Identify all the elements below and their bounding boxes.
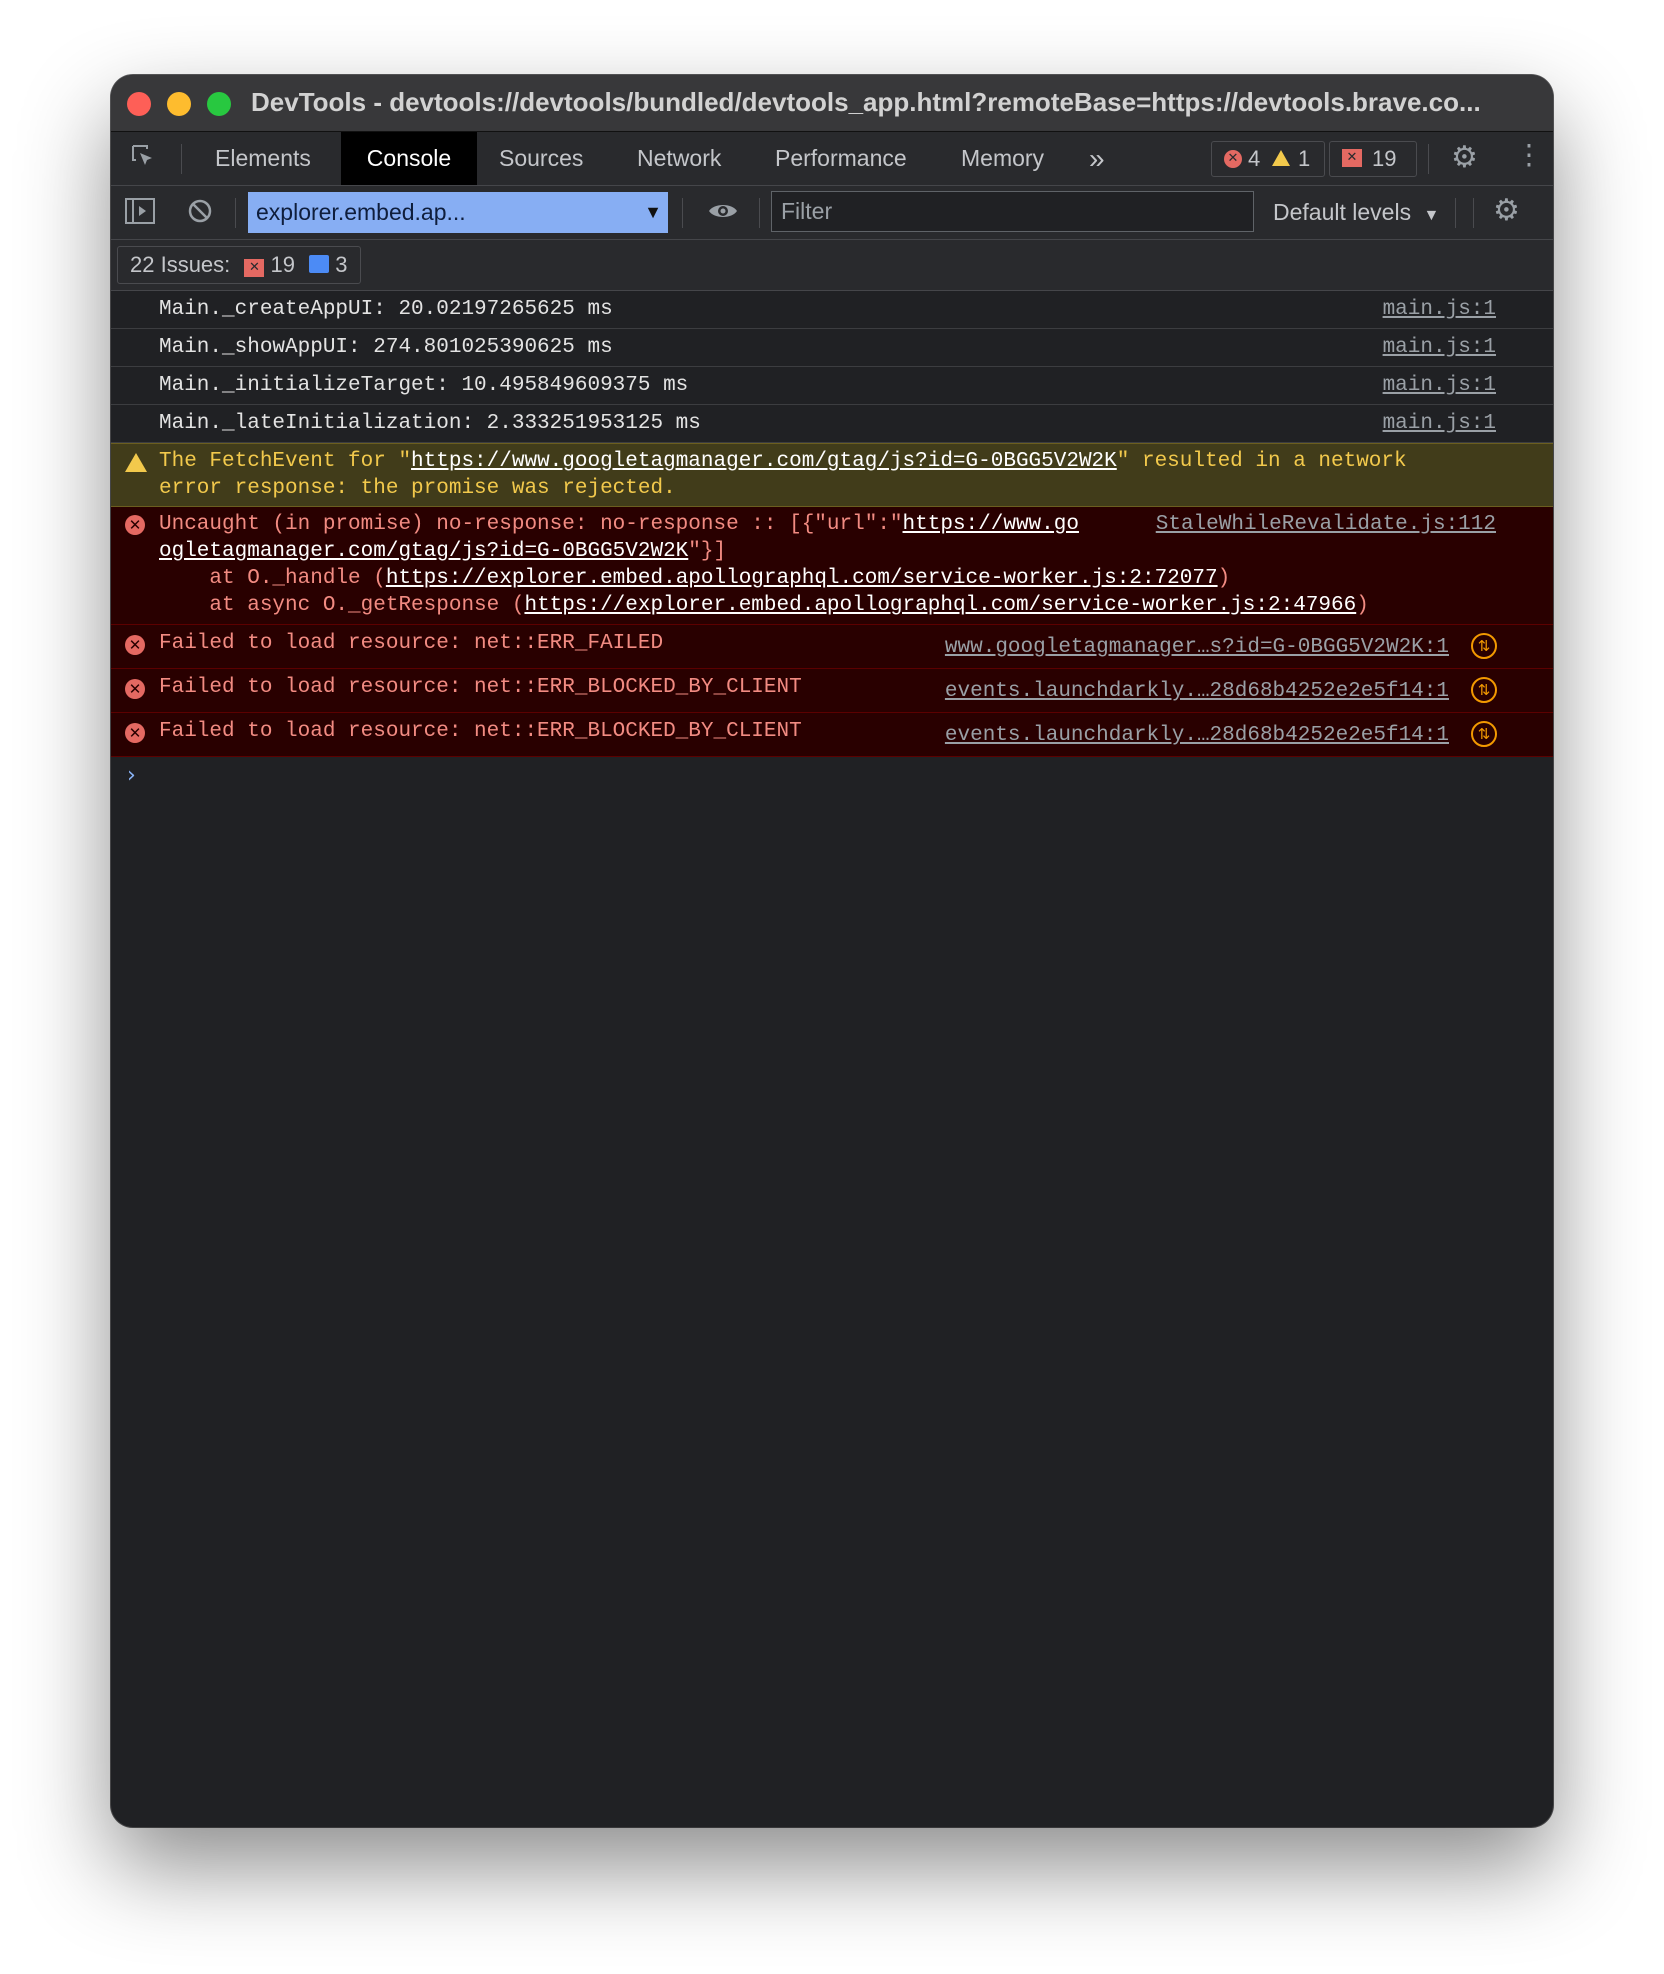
console-log: Main._createAppUI: 20.02197265625 ms mai… [111,291,1553,797]
tab-memory[interactable]: Memory [961,132,1044,185]
issue-count: 19 [1372,146,1397,171]
log-entry: Main._lateInitialization: 2.333251953125… [111,405,1553,443]
error-entry: ✕ Failed to load resource: net::ERR_BLOC… [111,669,1553,713]
panel-tab-bar: Elements Console Sources Network Perform… [111,132,1553,186]
error-count: 4 [1248,146,1261,171]
issue-error-icon: ✕ [1342,149,1362,167]
error-count-icon: ✕ [1224,150,1242,168]
live-expression-eye-icon[interactable] [707,198,739,228]
log-message: Main._createAppUI: 20.02197265625 ms [159,298,613,321]
context-selector[interactable]: explorer.embed.ap... ▼ [248,192,668,233]
issues-info-icon [309,255,330,273]
title-bar: DevTools - devtools://devtools/bundled/d… [111,75,1553,132]
chevron-down-icon: ▼ [644,202,662,222]
error-icon: ✕ [125,679,145,699]
tab-performance[interactable]: Performance [775,132,907,185]
log-message: Main._lateInitialization: 2.333251953125… [159,412,701,435]
settings-gear-icon[interactable]: ⚙ [1451,140,1478,175]
zoom-window-button[interactable] [207,92,231,116]
log-source-link[interactable]: main.js:1 [1383,374,1496,397]
console-settings-gear-icon[interactable]: ⚙ [1493,193,1520,228]
issues-button[interactable]: 22 Issues: ✕ 19 3 [117,246,361,284]
error-url-link[interactable]: https://www.go [903,513,1079,536]
warning-icon [125,453,147,472]
tab-elements[interactable]: Elements [215,132,311,185]
error-message: Failed to load resource: net::ERR_BLOCKE… [159,676,802,699]
log-levels-dropdown[interactable]: Default levels ▼ [1273,186,1439,239]
close-window-button[interactable] [127,92,151,116]
issues-counter-badge[interactable]: ✕ 19 [1329,141,1417,177]
error-entry: ✕ Failed to load resource: net::ERR_BLOC… [111,713,1553,757]
clear-console-icon[interactable] [187,198,213,228]
error-message: Failed to load resource: net::ERR_FAILED [159,632,664,655]
tab-console[interactable]: Console [341,132,477,185]
error-source-link[interactable]: StaleWhileRevalidate.js:112 [1156,513,1496,536]
more-options-icon[interactable]: ⋮ [1515,138,1543,171]
error-message: Failed to load resource: net::ERR_BLOCKE… [159,720,802,743]
console-toolbar: explorer.embed.ap... ▼ Filter Default le… [111,186,1553,240]
log-message: Main._showAppUI: 274.801025390625 ms [159,336,613,359]
prompt-chevron-icon: › [127,763,136,788]
log-entry: Main._createAppUI: 20.02197265625 ms mai… [111,291,1553,329]
network-request-icon[interactable]: ⇅ [1471,721,1497,747]
network-source-link[interactable]: events.launchdarkly.…28d68b4252e2e5f14:1 [945,680,1449,703]
error-url-link-continued[interactable]: ogletagmanager.com/gtag/js?id=G-0BGG5V2W… [159,540,688,563]
network-request-icon[interactable]: ⇅ [1471,633,1497,659]
issues-label: 22 Issues: [130,252,231,277]
error-entry: ✕ Uncaught (in promise) no-response: no-… [111,507,1553,625]
filter-input[interactable]: Filter [771,191,1254,232]
warning-entry: The FetchEvent for "https://www.googleta… [111,443,1553,507]
console-counters-badge[interactable]: ✕ 4 1 [1211,141,1325,177]
caret-down-icon: ▼ [1423,207,1440,224]
tab-sources[interactable]: Sources [499,132,583,185]
log-entry: Main._initializeTarget: 10.495849609375 … [111,367,1553,405]
log-source-link[interactable]: main.js:1 [1383,412,1496,435]
error-entry: ✕ Failed to load resource: net::ERR_FAIL… [111,625,1553,669]
network-source-link[interactable]: events.launchdarkly.…28d68b4252e2e5f14:1 [945,724,1449,747]
sidebar-toggle-icon[interactable] [125,198,155,228]
error-icon: ✕ [125,515,145,535]
log-entry: Main._showAppUI: 274.801025390625 ms mai… [111,329,1553,367]
error-icon: ✕ [125,635,145,655]
issues-error-count: 19 [270,252,296,277]
network-source-link[interactable]: www.googletagmanager…s?id=G-0BGG5V2W2K:1 [945,636,1449,659]
tab-network[interactable]: Network [637,132,721,185]
minimize-window-button[interactable] [167,92,191,116]
more-tabs-button[interactable]: » [1089,132,1105,185]
issues-error-icon: ✕ [244,259,265,277]
warning-count-icon [1272,150,1290,166]
log-levels-label: Default levels [1273,199,1412,225]
context-selector-label: explorer.embed.ap... [256,199,466,225]
inspect-element-icon[interactable] [129,142,155,168]
log-message: Main._initializeTarget: 10.495849609375 … [159,374,689,397]
devtools-window: DevTools - devtools://devtools/bundled/d… [111,75,1553,1827]
log-source-link[interactable]: main.js:1 [1383,336,1496,359]
warning-url-link[interactable]: https://www.googletagmanager.com/gtag/js… [411,450,1117,473]
console-prompt-row[interactable]: › [111,757,1553,797]
error-icon: ✕ [125,723,145,743]
issues-bar: 22 Issues: ✕ 19 3 [111,240,1553,291]
log-source-link[interactable]: main.js:1 [1383,298,1496,321]
stack-frame-link[interactable]: https://explorer.embed.apollographql.com… [524,594,1356,617]
warning-count: 1 [1298,146,1311,171]
issues-info-count: 3 [335,252,348,277]
network-request-icon[interactable]: ⇅ [1471,677,1497,703]
stack-frame-link[interactable]: https://explorer.embed.apollographql.com… [386,567,1218,590]
window-title: DevTools - devtools://devtools/bundled/d… [251,87,1481,117]
